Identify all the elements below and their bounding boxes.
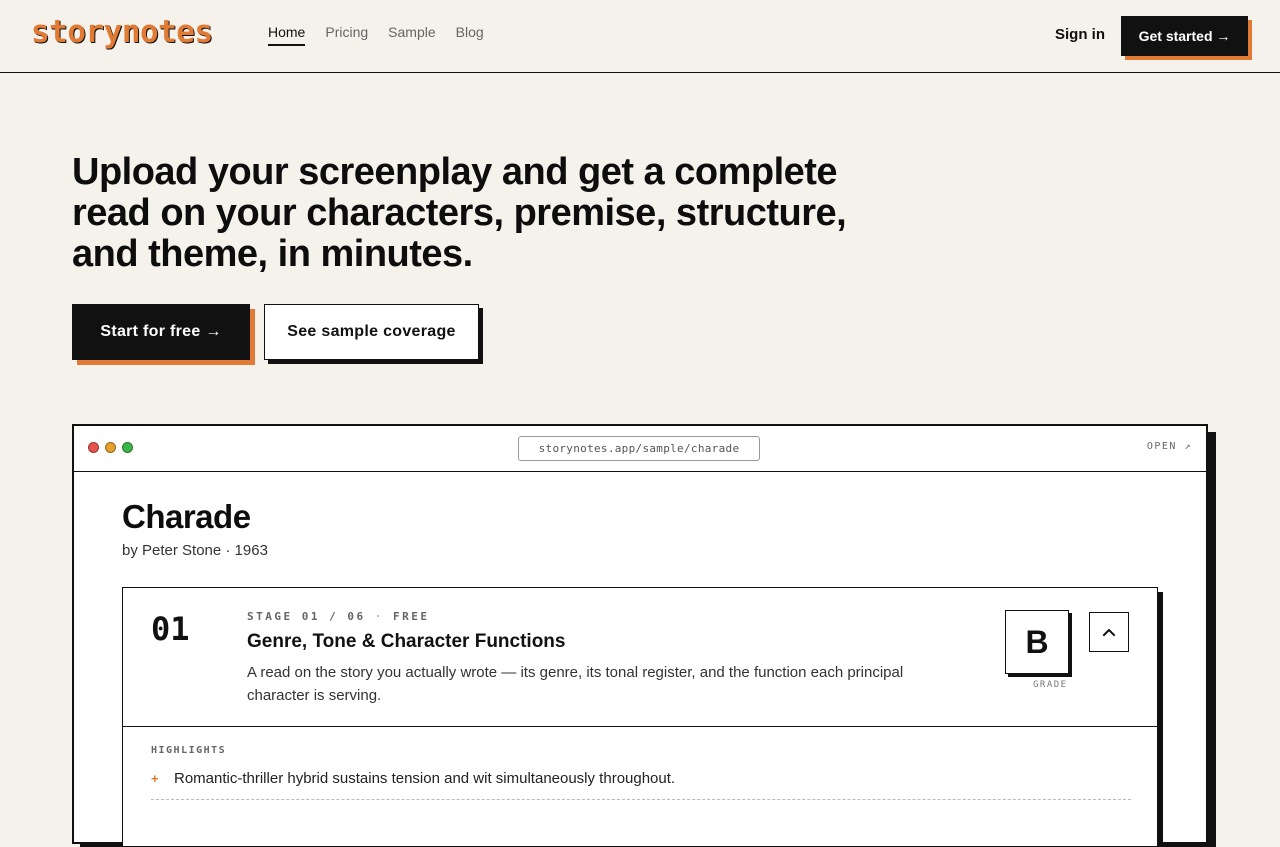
nav-links: Home Pricing Sample Blog (268, 24, 484, 46)
sign-in-link[interactable]: Sign in (1055, 26, 1105, 43)
window-minimize-dot-icon (105, 442, 116, 453)
highlights-label: HIGHLIGHTS (151, 745, 227, 756)
grade-label: GRADE (1033, 680, 1068, 690)
top-nav: storynotes Home Pricing Sample Blog Sign… (0, 0, 1280, 73)
get-started-button[interactable]: Get started → (1121, 16, 1248, 56)
stage-progress: STAGE 01 / 06 (247, 610, 366, 623)
stage-card: 01 STAGE 01 / 06 · FREE Genre, Tone & Ch… (122, 587, 1158, 847)
nav-link-blog[interactable]: Blog (456, 24, 484, 46)
window-maximize-dot-icon (122, 442, 133, 453)
stage-tier: FREE (392, 610, 430, 623)
collapse-button[interactable] (1089, 612, 1129, 652)
card-divider (123, 726, 1157, 727)
stage-description: A read on the story you actually wrote —… (247, 664, 904, 704)
highlight-item: + Romantic-thriller hybrid sustains tensi… (151, 770, 1131, 800)
plus-icon: + (151, 771, 159, 786)
browser-window-preview: storynotes.app/sample/charade OPEN ↗ Cha… (72, 424, 1208, 847)
stage-label: STAGE 01 / 06 · FREE (247, 610, 429, 623)
stage-label-separator: · (374, 610, 384, 623)
nav-link-home[interactable]: Home (268, 24, 306, 46)
browser-toolbar: storynotes.app/sample/charade OPEN ↗ (74, 426, 1206, 472)
nav-link-pricing[interactable]: Pricing (325, 24, 368, 46)
chevron-up-icon (1102, 628, 1116, 637)
script-title: Charade (122, 498, 251, 535)
nav-link-sample[interactable]: Sample (388, 24, 435, 46)
open-external-link[interactable]: OPEN ↗ (1147, 441, 1192, 452)
stage-name: Genre, Tone & Character Functions (247, 631, 566, 652)
highlight-text: Romantic-thriller hybrid sustains tensio… (174, 770, 676, 787)
address-bar[interactable]: storynotes.app/sample/charade (518, 436, 760, 461)
see-sample-coverage-button[interactable]: See sample coverage (264, 304, 479, 360)
logo[interactable]: storynotes (31, 14, 213, 50)
script-byline: by Peter Stone · 1963 (122, 542, 268, 559)
window-close-dot-icon (88, 442, 99, 453)
hero-title: Upload your screenplay and get a complet… (72, 151, 847, 275)
grade-badge: B (1005, 610, 1069, 674)
start-for-free-button[interactable]: Start for free → (72, 304, 250, 360)
stage-number: 01 (151, 610, 190, 648)
